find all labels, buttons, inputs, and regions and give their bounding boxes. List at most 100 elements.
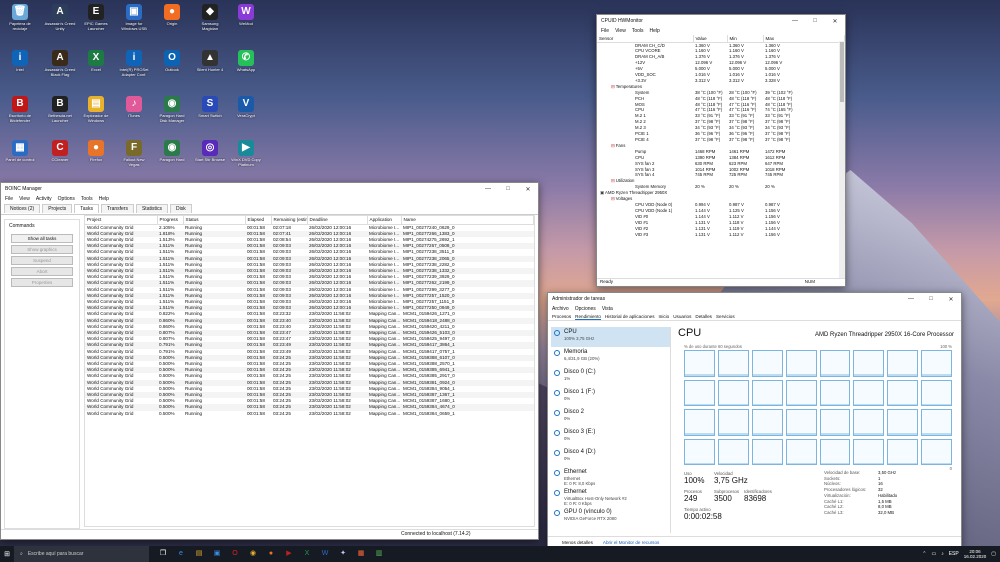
edge-icon[interactable]: e — [175, 548, 187, 560]
column-header-remaining-estimated[interactable]: Remaining (estimated) — [271, 216, 308, 225]
boinc-taskbar-icon[interactable]: ✦ — [337, 548, 349, 560]
desktop-icon-veracrypt[interactable]: V VeraCrypt — [230, 96, 262, 138]
desktop-icon-firefox[interactable]: ● Firefox — [80, 140, 112, 182]
fewer-details-link[interactable]: Menos detalles — [562, 540, 593, 545]
clock[interactable]: 20:06 16.02.2020 — [964, 549, 987, 560]
perf-item-memoria[interactable]: Memoria 6,4/31,9 GB (20%) — [551, 347, 670, 367]
desktop-icon-start-stir-browse[interactable]: ◎ Start Stir Browse — [194, 140, 226, 182]
firefox-icon[interactable]: ● — [265, 548, 277, 560]
desktop-icon-bethesda-net-launcher[interactable]: B Bethesda.net Launcher — [44, 96, 76, 138]
column-header-project[interactable]: Project — [85, 216, 158, 225]
menu-tools[interactable]: Tools — [632, 28, 644, 34]
tab-servicios[interactable]: Servicios — [716, 314, 735, 319]
close-icon[interactable]: ✕ — [941, 296, 961, 303]
tab-inicio[interactable]: Inicio — [659, 314, 670, 319]
volume-icon[interactable]: ♪ — [941, 551, 944, 557]
desktop-icon-intel[interactable]: i Intel — [4, 50, 36, 92]
menu-tools[interactable]: Tools — [81, 196, 93, 202]
column-header-deadline[interactable]: Deadline — [307, 216, 368, 225]
desktop-icon-winx-dvd-copy-platinum[interactable]: ▶ WinX DVD Copy Platinum — [230, 140, 262, 182]
taskbar-search-box[interactable]: ⌕ Escribe aquí para buscar — [14, 546, 149, 562]
suspend-button[interactable]: Suspend — [11, 256, 73, 265]
menu-view[interactable]: View — [19, 196, 30, 202]
desktop-icon-smart-switch[interactable]: S Smart Switch — [194, 96, 226, 138]
desktop-icon-image-for-windows-usb[interactable]: ▣ Image for Windows USB — [118, 4, 150, 46]
hwmonitor-taskbar-icon[interactable]: ▦ — [355, 548, 367, 560]
word-icon[interactable]: W — [319, 548, 331, 560]
perf-item-disco-3-e[interactable]: Disco 3 (E:) 0% — [551, 427, 670, 447]
desktop-icon-paragon-hard-disk-manager[interactable]: ◉ Paragon Hard Disk Manager — [156, 96, 188, 138]
tab-procesos[interactable]: Procesos — [552, 314, 571, 319]
maximize-icon[interactable]: □ — [498, 186, 518, 192]
menu-opciones[interactable]: Opciones — [575, 306, 596, 312]
desktop-icon-epic-games-launcher[interactable]: E EPIC Games Launcher — [80, 4, 112, 46]
properties-button[interactable]: Properties — [11, 278, 73, 287]
open-resource-monitor-link[interactable]: Abrir el Monitor de recursos — [603, 540, 659, 545]
tab-rendimiento[interactable]: Rendimiento — [575, 314, 601, 320]
perf-item-disco-0-c[interactable]: Disco 0 (C:) 1% — [551, 367, 670, 387]
abort-button[interactable]: Abort — [11, 267, 73, 276]
perf-item-disco-4-d[interactable]: Disco 4 (D:) 0% — [551, 447, 670, 467]
column-header-application[interactable]: Application — [367, 216, 402, 225]
maximize-icon[interactable]: □ — [921, 296, 941, 302]
scroll-thumb[interactable] — [840, 42, 844, 102]
perf-item-gpu-0-v-nculo-0[interactable]: GPU 0 (vínculo 0) NVIDIA GeForce RTX 2080 — [551, 507, 670, 527]
desktop-icon-assassin-s-creed-unity[interactable]: A Assassin's Creed Unity — [44, 4, 76, 46]
desktop-icon-samsung-magician[interactable]: ◆ Samsung Magician — [194, 4, 226, 46]
desktop-icon-outlook[interactable]: O Outlook — [156, 50, 188, 92]
tab-notices-2[interactable]: Notices (2) — [4, 204, 41, 213]
store-icon[interactable]: ▣ — [211, 548, 223, 560]
show-hidden-icons-icon[interactable]: ⌃ — [922, 551, 926, 557]
desktop-icon-intel-r-proset-adapter-conf[interactable]: i Intel(R) PROSet Adapter Conf. — [118, 50, 150, 92]
network-icon[interactable]: ▭ — [931, 551, 936, 557]
desktop-icon-wemod[interactable]: W WeMod — [230, 4, 262, 46]
maximize-icon[interactable]: □ — [805, 18, 825, 24]
media-icon[interactable]: ▶ — [283, 548, 295, 560]
perf-item-ethernet[interactable]: Ethernet VirtualBox Host-Only Network #2 … — [551, 487, 670, 507]
perf-item-disco-2[interactable]: Disco 2 0% — [551, 407, 670, 427]
vertical-scrollbar[interactable] — [839, 41, 845, 279]
desktop-icon-papelera-de-reciclaje[interactable]: 🗑 Papelera de reciclaje — [4, 4, 36, 46]
taskmgr-taskbar-icon[interactable]: ▥ — [373, 548, 385, 560]
desktop-icon-escritorio-de-bitdefender[interactable]: B Escritorio de Bitdefender — [4, 96, 36, 138]
column-header-min[interactable]: Min — [727, 35, 764, 43]
desktop-icon-silent-hunter-4[interactable]: ▲ Silent Hunter 4 — [194, 50, 226, 92]
desktop-icon-paragon-hard[interactable]: ◉ Paragon Hard — [156, 140, 188, 182]
tab-statistics[interactable]: Statistics — [135, 204, 168, 213]
show-graphics-button[interactable]: Show graphics — [11, 245, 73, 254]
menu-file[interactable]: File — [5, 196, 13, 202]
show-all-tasks-button[interactable]: Show all tasks — [11, 234, 73, 243]
perf-item-ethernet[interactable]: Ethernet Ethernet E: 0 R: 8,0 Kbps — [551, 467, 670, 487]
excel-icon[interactable]: X — [301, 548, 313, 560]
tab-projects[interactable]: Projects — [42, 204, 73, 213]
menu-help[interactable]: Help — [99, 196, 109, 202]
file-explorer-icon[interactable]: ▤ — [193, 548, 205, 560]
menu-vista[interactable]: Vista — [602, 306, 613, 312]
column-header-value[interactable]: Value — [693, 35, 728, 43]
column-header-progress[interactable]: Progress — [157, 216, 184, 225]
perf-item-disco-1-f[interactable]: Disco 1 (F:) 0% — [551, 387, 670, 407]
tab-transfers[interactable]: Transfers — [101, 204, 134, 213]
tab-historial-de-aplicaciones[interactable]: Historial de aplicaciones — [605, 314, 655, 319]
tab-disk[interactable]: Disk — [169, 204, 192, 213]
column-header-max[interactable]: Max — [763, 35, 845, 43]
menu-options[interactable]: Options — [58, 196, 75, 202]
minimize-icon[interactable]: — — [901, 296, 921, 302]
close-icon[interactable]: ✕ — [825, 18, 845, 25]
opera-icon[interactable]: O — [229, 548, 241, 560]
notifications-icon[interactable]: ▢ — [991, 551, 996, 557]
windows-start-icon[interactable]: ⊞ — [0, 550, 14, 558]
desktop-icon-ccleaner[interactable]: C CCleaner — [44, 140, 76, 182]
menu-help[interactable]: Help — [650, 28, 660, 34]
desktop-icon-origin[interactable]: ● Origin — [156, 4, 188, 46]
menu-view[interactable]: View — [615, 28, 626, 34]
minimize-icon[interactable]: — — [785, 18, 805, 24]
desktop-icon-excel[interactable]: X Excel — [80, 50, 112, 92]
desktop-icon-fallout-new-vegas[interactable]: F Fallout New Vegas — [118, 140, 150, 182]
menu-archivo[interactable]: Archivo — [552, 306, 569, 312]
language-indicator[interactable]: ESP — [949, 551, 959, 557]
close-icon[interactable]: ✕ — [518, 186, 538, 193]
column-header-sensor[interactable]: Sensor — [597, 35, 694, 43]
column-header-name[interactable]: Name — [401, 216, 534, 225]
desktop-icon-assassin-s-creed-black-flag[interactable]: A Assassin's Creed Black Flag — [44, 50, 76, 92]
